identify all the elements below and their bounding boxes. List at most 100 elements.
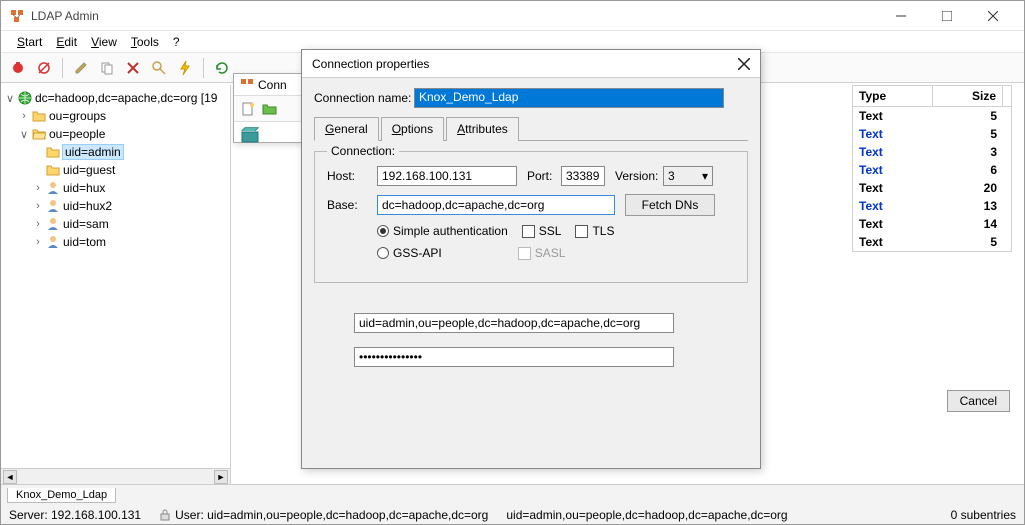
tab-options[interactable]: Options — [381, 117, 444, 141]
connection-fieldset: Connection: Host: Port: Version: 3▾ Base… — [314, 151, 748, 283]
disconnect-icon[interactable] — [33, 57, 55, 79]
user-icon — [45, 181, 61, 195]
maximize-button[interactable] — [924, 2, 970, 30]
status-path: uid=admin,ou=people,dc=hadoop,dc=apache,… — [506, 508, 787, 522]
connection-legend: Connection: — [327, 144, 399, 158]
connection-tab[interactable]: Knox_Demo_Ldap — [7, 488, 116, 503]
scroll-right-icon[interactable]: ► — [214, 470, 228, 484]
connection-name-label: Connection name: — [314, 91, 414, 105]
status-server: Server: 192.168.100.131 — [9, 508, 141, 522]
tree-tom[interactable]: uid=tom — [63, 235, 106, 249]
base-input[interactable] — [377, 195, 615, 215]
tree-toggle[interactable]: › — [31, 200, 45, 212]
user-icon — [45, 217, 61, 231]
tree-toggle[interactable]: › — [31, 236, 45, 248]
server-cube-icon[interactable] — [240, 126, 296, 146]
dialog-close-icon[interactable] — [738, 58, 750, 70]
tab-general[interactable]: General — [314, 117, 379, 141]
bind-dn-input[interactable] — [354, 313, 674, 333]
folder-add-icon[interactable] — [262, 102, 278, 116]
host-input[interactable] — [377, 166, 517, 186]
ssl-checkbox[interactable]: SSL — [522, 224, 562, 238]
tree-people[interactable]: ou=people — [49, 127, 105, 141]
tree-admin[interactable]: uid=admin — [63, 145, 123, 159]
copy-icon[interactable] — [96, 57, 118, 79]
table-row[interactable]: Text6 — [853, 161, 1011, 179]
tree-toggle[interactable]: › — [31, 218, 45, 230]
table-row[interactable]: Text13 — [853, 197, 1011, 215]
lock-icon — [159, 509, 171, 521]
menu-edit[interactable]: Edit — [50, 33, 83, 51]
menu-tools[interactable]: Tools — [125, 33, 165, 51]
table-row[interactable]: Text14 — [853, 215, 1011, 233]
tls-checkbox[interactable]: TLS — [575, 224, 614, 238]
auth-gss-radio[interactable]: GSS-API — [377, 246, 442, 260]
minimize-button[interactable] — [878, 2, 924, 30]
tree-toggle[interactable]: › — [31, 182, 45, 194]
titlebar: LDAP Admin — [1, 1, 1024, 31]
version-select[interactable]: 3▾ — [663, 166, 713, 186]
close-button[interactable] — [970, 2, 1016, 30]
attribute-table: Type Size Text5Text5Text3Text6Text20Text… — [852, 85, 1012, 252]
scroll-left-icon[interactable]: ◄ — [3, 470, 17, 484]
app-icon — [9, 8, 25, 24]
status-subentries: 0 subentries — [951, 508, 1016, 522]
table-row[interactable]: Text20 — [853, 179, 1011, 197]
menu-view[interactable]: View — [85, 33, 123, 51]
search-icon[interactable] — [148, 57, 170, 79]
connect-icon[interactable] — [7, 57, 29, 79]
table-row[interactable]: Text5 — [853, 107, 1011, 125]
tree-groups[interactable]: ou=groups — [49, 109, 106, 123]
globe-icon — [17, 91, 33, 105]
auth-simple-radio[interactable]: Simple authentication — [377, 224, 508, 238]
tree-pane[interactable]: ∨ dc=hadoop,dc=apache,dc=org [19 › ou=gr… — [1, 85, 231, 484]
cancel-button[interactable]: Cancel — [947, 390, 1010, 412]
connection-name-input[interactable]: Knox_Demo_Ldap — [414, 88, 724, 108]
chevron-down-icon: ▾ — [702, 169, 708, 183]
dialog-title: Connection properties — [312, 57, 738, 71]
folder-open-icon — [31, 127, 47, 141]
tree-toggle[interactable]: ∨ — [3, 92, 17, 105]
folder-icon — [45, 163, 61, 177]
status-user: User: uid=admin,ou=people,dc=hadoop,dc=a… — [159, 508, 488, 522]
delete-icon[interactable] — [122, 57, 144, 79]
sasl-checkbox: SASL — [518, 246, 566, 260]
tree-root[interactable]: dc=hadoop,dc=apache,dc=org [19 — [35, 91, 217, 105]
port-label: Port: — [527, 169, 561, 183]
table-row[interactable]: Text5 — [853, 125, 1011, 143]
tree-scrollbar[interactable]: ◄ ► — [1, 468, 230, 484]
tree-hux[interactable]: uid=hux — [63, 181, 105, 195]
connections-window: Conn — [233, 73, 303, 143]
user-icon — [45, 199, 61, 213]
tree-guest[interactable]: uid=guest — [63, 163, 115, 177]
tree-hux2[interactable]: uid=hux2 — [63, 199, 112, 213]
base-label: Base: — [327, 198, 377, 212]
host-label: Host: — [327, 169, 377, 183]
port-input[interactable] — [561, 166, 605, 186]
statusbar: Knox_Demo_Ldap Server: 192.168.100.131 U… — [1, 484, 1024, 524]
refresh-icon[interactable] — [211, 57, 233, 79]
connection-properties-dialog: Connection properties Connection name: K… — [301, 49, 761, 469]
app-icon — [240, 78, 254, 92]
tab-attributes[interactable]: Attributes — [446, 117, 519, 141]
folder-icon — [31, 109, 47, 123]
table-row[interactable]: Text5 — [853, 233, 1011, 251]
edit-icon[interactable] — [70, 57, 92, 79]
menu-start[interactable]: Start — [11, 33, 48, 51]
password-input[interactable] — [354, 347, 674, 367]
tree-sam[interactable]: uid=sam — [63, 217, 109, 231]
subwin-title: Conn — [258, 78, 287, 92]
folder-icon — [45, 145, 61, 159]
fetch-dns-button[interactable]: Fetch DNs — [625, 194, 715, 216]
tree-toggle[interactable]: › — [17, 110, 31, 122]
user-icon — [45, 235, 61, 249]
tree-toggle[interactable]: ∨ — [17, 128, 31, 141]
version-label: Version: — [615, 169, 663, 183]
col-type[interactable]: Type — [853, 86, 933, 106]
table-row[interactable]: Text3 — [853, 143, 1011, 161]
window-title: LDAP Admin — [31, 9, 878, 23]
menu-help[interactable]: ? — [167, 33, 186, 51]
bolt-icon[interactable] — [174, 57, 196, 79]
col-size[interactable]: Size — [933, 86, 1003, 106]
new-file-icon[interactable] — [240, 101, 256, 117]
